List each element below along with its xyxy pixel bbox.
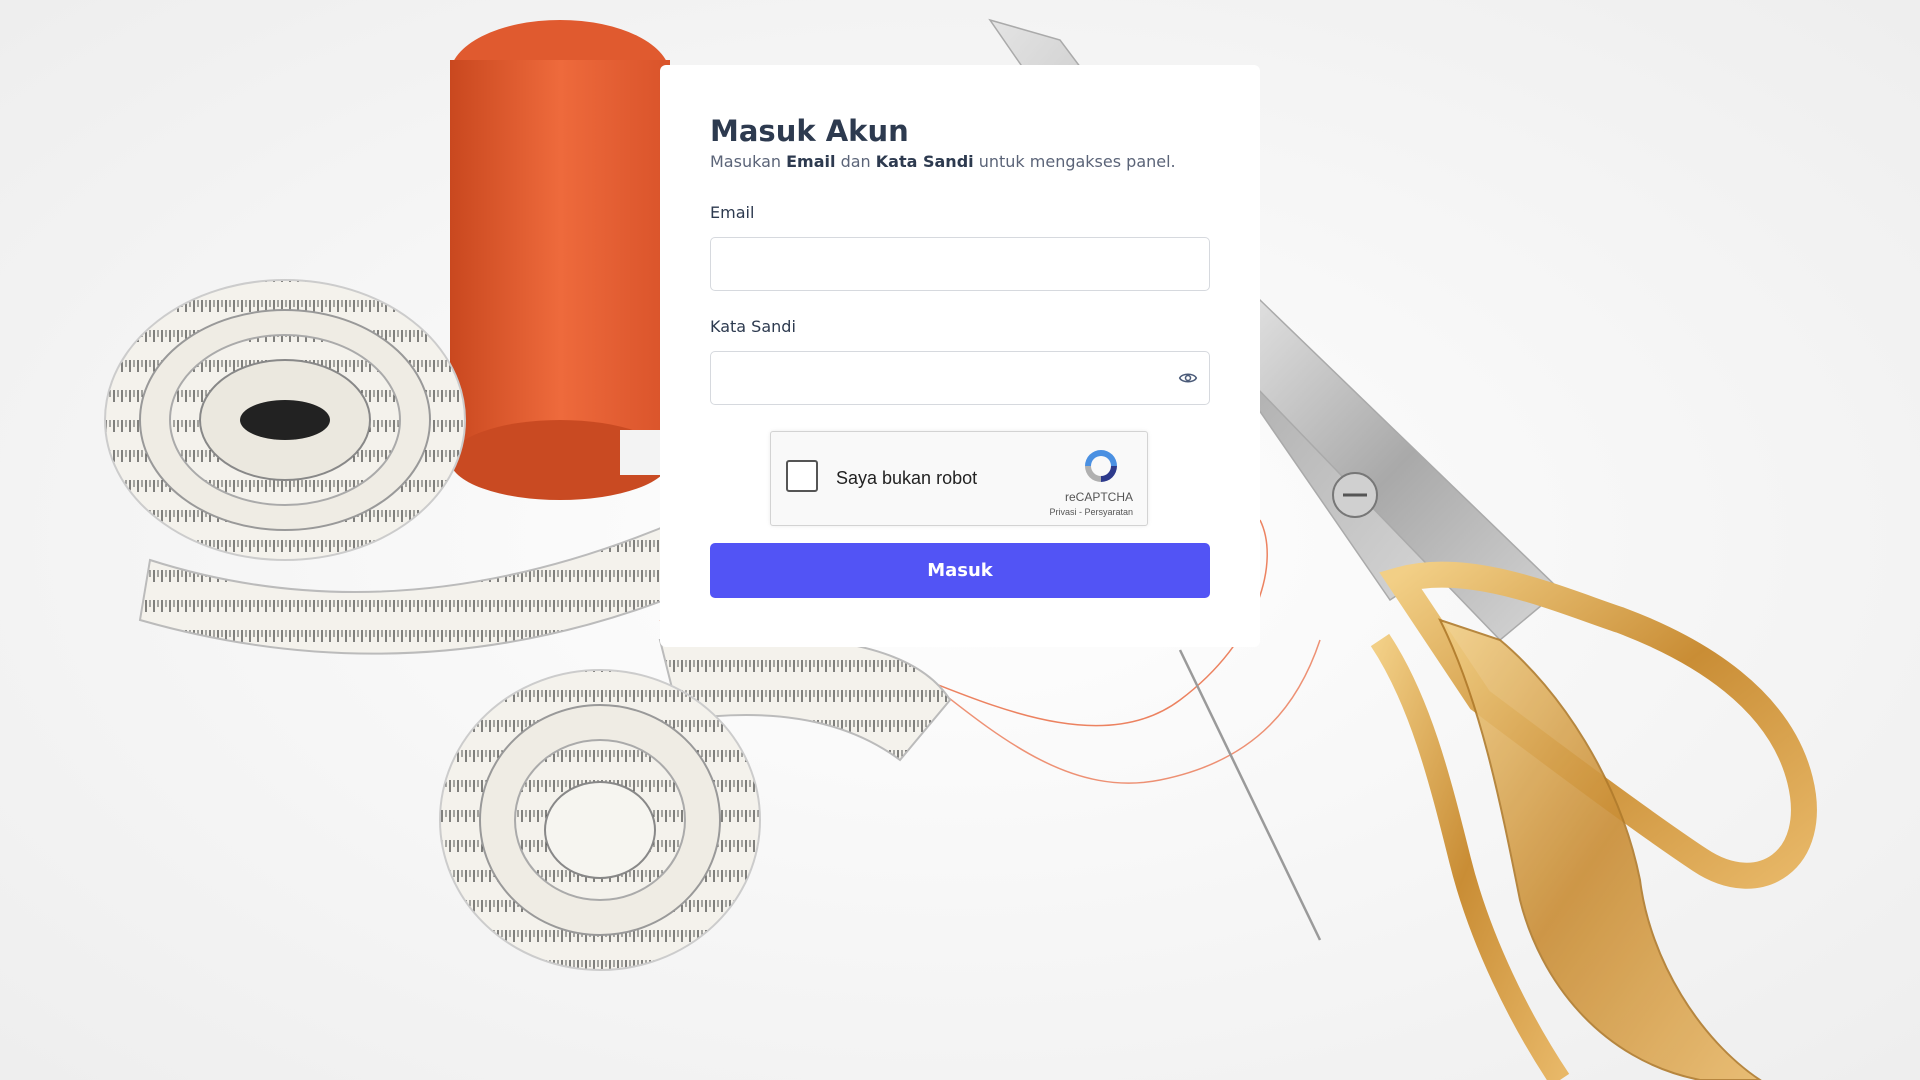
recaptcha-links[interactable]: Privasi - Persyaratan	[1049, 507, 1133, 517]
email-field[interactable]	[710, 237, 1210, 291]
subtitle-suffix: untuk mengakses panel.	[973, 152, 1176, 171]
subtitle-and: dan	[835, 152, 876, 171]
login-subtitle: Masukan Email dan Kata Sandi untuk menga…	[710, 151, 1210, 173]
subtitle-email: Email	[786, 152, 836, 171]
login-title: Masuk Akun	[710, 114, 909, 148]
recaptcha-widget: Saya bukan robot reCAPTCHA Privasi - Per…	[770, 431, 1148, 526]
recaptcha-checkbox[interactable]	[786, 460, 818, 492]
subtitle-prefix: Masukan	[710, 152, 787, 171]
recaptcha-logo-icon	[1085, 450, 1117, 482]
recaptcha-brand: reCAPTCHA	[1064, 490, 1133, 504]
eye-icon[interactable]	[1178, 368, 1198, 388]
password-field-wrapper	[710, 351, 1210, 405]
email-field-wrapper	[710, 237, 1210, 291]
subtitle-password: Kata Sandi	[875, 152, 974, 171]
submit-button[interactable]: Masuk	[710, 543, 1210, 598]
password-label: Kata Sandi	[710, 317, 796, 336]
email-label: Email	[710, 203, 755, 222]
login-card: Masuk Akun Masukan Email dan Kata Sandi …	[660, 65, 1260, 647]
password-field[interactable]	[710, 351, 1210, 405]
recaptcha-label: Saya bukan robot	[836, 468, 978, 488]
